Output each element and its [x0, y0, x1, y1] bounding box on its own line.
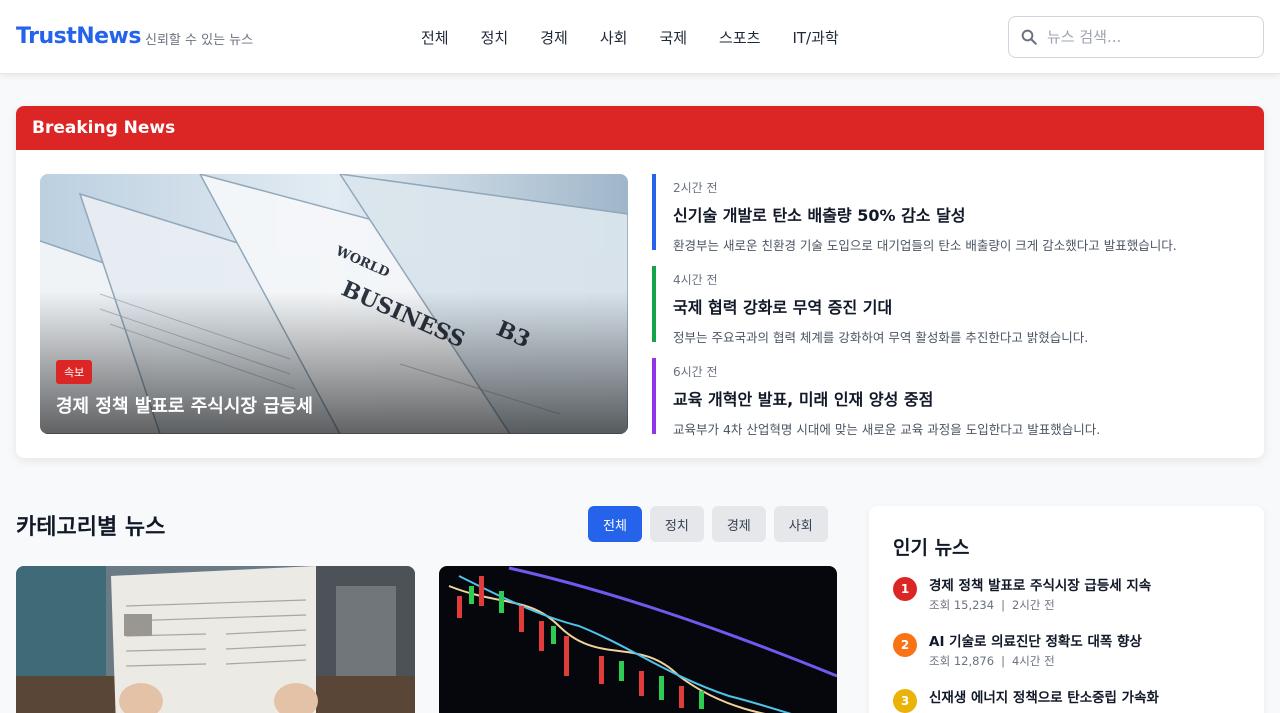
filter-economy-button[interactable]: 경제 [711, 506, 766, 542]
item-summary: 환경부는 새로운 친환경 기술 도입으로 대기업들의 탄소 배출량이 크게 감소… [673, 238, 1177, 253]
popular-item-meta: 조회 12,876 | 4시간 전 [929, 654, 1055, 668]
category-news-title: 카테고리별 뉴스 [16, 515, 166, 540]
nav-item-politics[interactable]: 정치 [481, 27, 509, 48]
search-input[interactable] [1047, 25, 1255, 49]
nav-item-economy[interactable]: 경제 [540, 27, 568, 48]
item-title[interactable]: 국제 협력 강화로 무역 증진 기대 [673, 294, 1232, 318]
popular-item-meta: 조회 15,234 | 2시간 전 [929, 598, 1055, 612]
item-summary: 정부는 주요국과의 협력 체계를 강화하여 무역 활성화를 추진한다고 밝혔습니… [673, 330, 1089, 345]
news-card-image[interactable] [439, 566, 837, 713]
breaking-item[interactable]: 4시간 전 국제 협력 강화로 무역 증진 기대 정부는 주요국과의 협력 체계… [652, 266, 1232, 345]
category-filters: 전체 정치 경제 사회 [588, 506, 836, 542]
person-reading-newspaper-image [16, 566, 415, 713]
popular-item[interactable]: 3 신재생 에너지 정책으로 탄소중립 가속화 [893, 686, 1243, 713]
popular-item[interactable]: 1 경제 정책 발표로 주식시장 급등세 지속 조회 15,234 | 2시간 전 [893, 574, 1243, 622]
hero-title[interactable]: 경제 정책 발표로 주식시장 급등세 [56, 392, 313, 418]
nav-item-world[interactable]: 국제 [659, 27, 687, 48]
stock-chart-image [439, 566, 837, 713]
search-box[interactable] [1008, 16, 1264, 58]
time-ago: 4시간 전 [1011, 654, 1055, 668]
time-ago: 2시간 전 [1011, 598, 1055, 612]
item-summary: 교육부가 4차 산업혁명 시대에 맞는 새로운 교육 과정을 도입한다고 발표했… [673, 422, 1101, 437]
search-icon [1021, 29, 1037, 45]
nav-item-sports[interactable]: 스포츠 [719, 27, 760, 48]
popular-item-title[interactable]: AI 기술로 의료진단 정확도 대폭 향상 [929, 630, 1142, 650]
filter-politics-button[interactable]: 정치 [649, 506, 704, 542]
popular-item-title[interactable]: 경제 정책 발표로 주식시장 급등세 지속 [929, 574, 1151, 594]
popular-news-panel: 인기 뉴스 1 경제 정책 발표로 주식시장 급등세 지속 조회 15,234 |… [869, 506, 1264, 713]
breaking-item[interactable]: 6시간 전 교육 개혁안 발표, 미래 인재 양성 중점 교육부가 4차 산업혁… [652, 358, 1232, 437]
view-count: 조회 12,876 [929, 654, 995, 668]
breaking-news-heading: Breaking News [16, 106, 1264, 150]
news-card-image[interactable] [16, 566, 415, 713]
nav-item-it-science[interactable]: IT/과학 [792, 27, 838, 48]
rank-badge: 1 [893, 577, 917, 601]
filter-society-button[interactable]: 사회 [773, 506, 828, 542]
rank-badge: 3 [893, 689, 917, 713]
popular-news-title: 인기 뉴스 [893, 537, 970, 559]
item-time: 2시간 전 [673, 181, 718, 195]
nav-item-all[interactable]: 전체 [421, 27, 449, 48]
view-count: 조회 15,234 [929, 598, 995, 612]
item-title[interactable]: 신기술 개발로 탄소 배출량 50% 감소 달성 [673, 202, 1232, 226]
site-logo[interactable]: TrustNews [16, 24, 141, 49]
filter-all-button[interactable]: 전체 [588, 506, 642, 542]
site-header: TrustNews 신뢰할 수 있는 뉴스 전체 정치 경제 사회 국제 스포츠… [0, 0, 1280, 74]
main-nav: 전체 정치 경제 사회 국제 스포츠 IT/과학 [421, 27, 871, 48]
nav-item-society[interactable]: 사회 [600, 27, 628, 48]
item-time: 4시간 전 [673, 273, 718, 287]
item-time: 6시간 전 [673, 365, 718, 379]
popular-item-title[interactable]: 신재생 에너지 정책으로 탄소중립 가속화 [929, 686, 1159, 706]
item-title[interactable]: 교육 개혁안 발표, 미래 인재 양성 중점 [673, 386, 1232, 410]
breaking-badge: 속보 [56, 360, 93, 384]
popular-item[interactable]: 2 AI 기술로 의료진단 정확도 대폭 향상 조회 12,876 | 4시간 전 [893, 630, 1243, 678]
site-tagline: 신뢰할 수 있는 뉴스 [145, 33, 254, 48]
breaking-news-section: Breaking News 속보 경제 정책 발표로 주식시장 급등세 2시간 … [16, 106, 1264, 458]
rank-badge: 2 [893, 633, 917, 657]
breaking-item[interactable]: 2시간 전 신기술 개발로 탄소 배출량 50% 감소 달성 환경부는 새로운 … [652, 174, 1232, 253]
hero-story[interactable]: BUSINESS WORLD B3 속보 경제 정책 발표로 주식시장 급등세 [40, 174, 628, 434]
